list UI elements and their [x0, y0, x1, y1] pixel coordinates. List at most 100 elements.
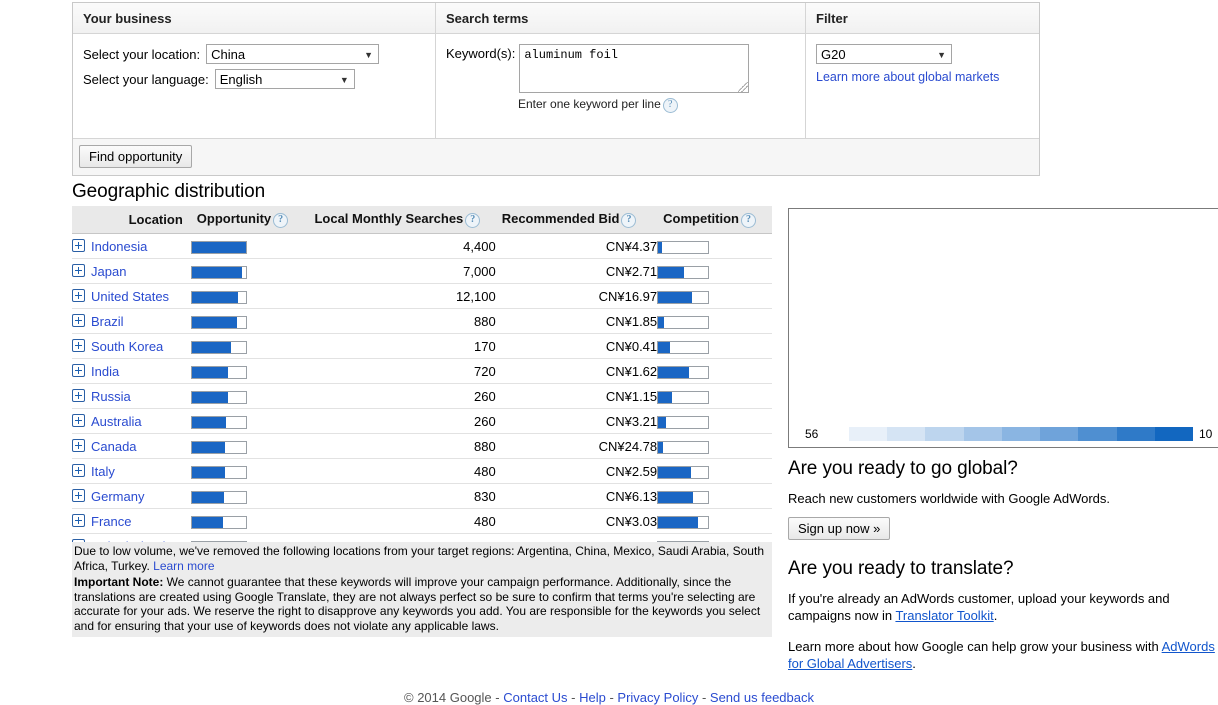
- location-select[interactable]: China ▼: [206, 44, 380, 64]
- plus-icon[interactable]: [72, 413, 85, 427]
- sign-up-now-button[interactable]: Sign up now »: [788, 517, 891, 540]
- cell-opportunity: [190, 383, 309, 409]
- geographic-distribution-table: Location Opportunity? Local Monthly Sear…: [72, 206, 772, 559]
- cell-competition: [657, 358, 772, 384]
- column-header-recommended-bid[interactable]: Recommended Bid?: [495, 206, 658, 234]
- keyword-value: aluminum foil: [524, 48, 618, 62]
- table-row: France 480 CN¥3.03: [72, 508, 772, 534]
- important-note: Important Note: We cannot guarantee that…: [74, 575, 770, 633]
- help-icon[interactable]: ?: [740, 213, 756, 228]
- cell-opportunity: [190, 308, 309, 334]
- location-link[interactable]: Australia: [91, 414, 142, 429]
- plus-icon[interactable]: [72, 313, 85, 327]
- keyword-field-row: Keyword(s): aluminum foil: [446, 44, 795, 93]
- footer-link[interactable]: Send us feedback: [710, 690, 814, 705]
- column-header-opportunity[interactable]: Opportunity?: [190, 206, 309, 234]
- plus-icon[interactable]: [72, 263, 85, 277]
- plus-icon[interactable]: [72, 288, 85, 302]
- filter-column: Filter G20 ▼ Learn more about global mar…: [806, 3, 1039, 138]
- location-link[interactable]: United States: [91, 289, 169, 304]
- cell-location: Indonesia: [72, 233, 191, 259]
- cell-competition: [657, 258, 772, 284]
- plus-icon[interactable]: [72, 513, 85, 527]
- cell-competition: [657, 458, 772, 484]
- location-link[interactable]: Italy: [91, 464, 115, 479]
- cell-recommended-bid: CN¥2.59: [495, 458, 658, 484]
- column-header-local-monthly-searches[interactable]: Local Monthly Searches?: [308, 206, 496, 234]
- opportunity-bar-fill: [191, 516, 224, 528]
- filter-select[interactable]: G20 ▼: [816, 44, 952, 64]
- opportunity-bar: [190, 290, 247, 304]
- promo-go-global: Are you ready to go global? Reach new cu…: [788, 458, 1218, 540]
- location-link[interactable]: Canada: [91, 439, 137, 454]
- plus-icon[interactable]: [72, 488, 85, 502]
- resize-handle-icon[interactable]: [738, 82, 749, 92]
- cell-local-monthly-searches: 880: [308, 308, 496, 334]
- search-panel: Your business Select your location: Chin…: [72, 2, 1040, 176]
- cell-opportunity: [190, 358, 309, 384]
- plus-icon[interactable]: [72, 338, 85, 352]
- keyword-hint: Enter one keyword per line?: [518, 97, 795, 113]
- column-header-competition[interactable]: Competition?: [657, 206, 772, 234]
- translator-toolkit-link[interactable]: Translator Toolkit: [895, 608, 993, 623]
- location-link[interactable]: South Korea: [91, 339, 163, 354]
- competition-bar-fill: [658, 491, 694, 503]
- legend-swatch-5: [1040, 427, 1079, 441]
- table-row: Australia 260 CN¥3.21: [72, 408, 772, 434]
- table-head: Location Opportunity? Local Monthly Sear…: [72, 206, 772, 234]
- location-link[interactable]: Brazil: [91, 314, 124, 329]
- competition-bar-fill: [658, 366, 690, 378]
- plus-icon[interactable]: [72, 363, 85, 377]
- filter-body: G20 ▼ Learn more about global markets: [806, 34, 1039, 138]
- cell-recommended-bid: CN¥4.37: [495, 233, 658, 259]
- column-header-location-label: Location: [128, 212, 183, 227]
- plus-icon[interactable]: [72, 463, 85, 477]
- opportunity-bar-fill: [191, 441, 226, 453]
- help-icon[interactable]: ?: [662, 98, 678, 113]
- help-icon[interactable]: ?: [273, 213, 289, 228]
- footer-link[interactable]: Help: [579, 690, 606, 705]
- keyword-textarea[interactable]: aluminum foil: [519, 44, 750, 93]
- opportunity-bar-fill: [191, 491, 224, 503]
- location-link[interactable]: Russia: [91, 389, 131, 404]
- cell-local-monthly-searches: 4,400: [308, 233, 496, 259]
- footer-link[interactable]: Contact Us: [503, 690, 567, 705]
- location-link[interactable]: Japan: [91, 264, 126, 279]
- location-link[interactable]: India: [91, 364, 119, 379]
- opportunity-bar-fill: [191, 466, 225, 478]
- geographic-map[interactable]: 56 10: [788, 208, 1218, 448]
- plus-icon[interactable]: [72, 238, 85, 252]
- location-link[interactable]: Germany: [91, 489, 144, 504]
- find-opportunity-button[interactable]: Find opportunity: [79, 145, 193, 168]
- cell-location: South Korea: [72, 333, 191, 359]
- language-field-row: Select your language: English ▼: [83, 69, 425, 89]
- global-markets-link[interactable]: Learn more about global markets: [816, 70, 1029, 84]
- filter-select-value: G20: [821, 47, 846, 62]
- cell-recommended-bid: CN¥1.62: [495, 358, 658, 384]
- location-link[interactable]: Indonesia: [91, 239, 147, 254]
- help-icon[interactable]: ?: [621, 213, 637, 228]
- plus-icon[interactable]: [72, 388, 85, 402]
- promo-go-global-heading: Are you ready to go global?: [788, 458, 1018, 479]
- column-header-location[interactable]: Location: [72, 206, 191, 234]
- competition-bar-fill: [658, 291, 693, 303]
- low-volume-learn-more-link[interactable]: Learn more: [153, 559, 214, 573]
- language-select[interactable]: English ▼: [214, 69, 355, 89]
- plus-icon[interactable]: [72, 438, 85, 452]
- location-link[interactable]: France: [91, 514, 131, 529]
- competition-bar-fill: [658, 341, 670, 353]
- footer-link[interactable]: Privacy Policy: [617, 690, 698, 705]
- cell-opportunity: [190, 508, 309, 534]
- cell-competition: [657, 433, 772, 459]
- cell-local-monthly-searches: 480: [308, 458, 496, 484]
- cell-location: Australia: [72, 408, 191, 434]
- legend-swatch-4: [1001, 427, 1041, 441]
- competition-bar: [657, 365, 710, 379]
- table-row: Germany 830 CN¥6.13: [72, 483, 772, 509]
- table-row: Russia 260 CN¥1.15: [72, 383, 772, 409]
- table-body: Indonesia 4,400 CN¥4.37 Japan 7,000 CN¥2.71 Un…: [72, 233, 772, 559]
- help-icon[interactable]: ?: [465, 213, 481, 228]
- cell-location: United States: [72, 283, 191, 309]
- cell-competition: [657, 308, 772, 334]
- opportunity-bar-fill: [191, 241, 246, 253]
